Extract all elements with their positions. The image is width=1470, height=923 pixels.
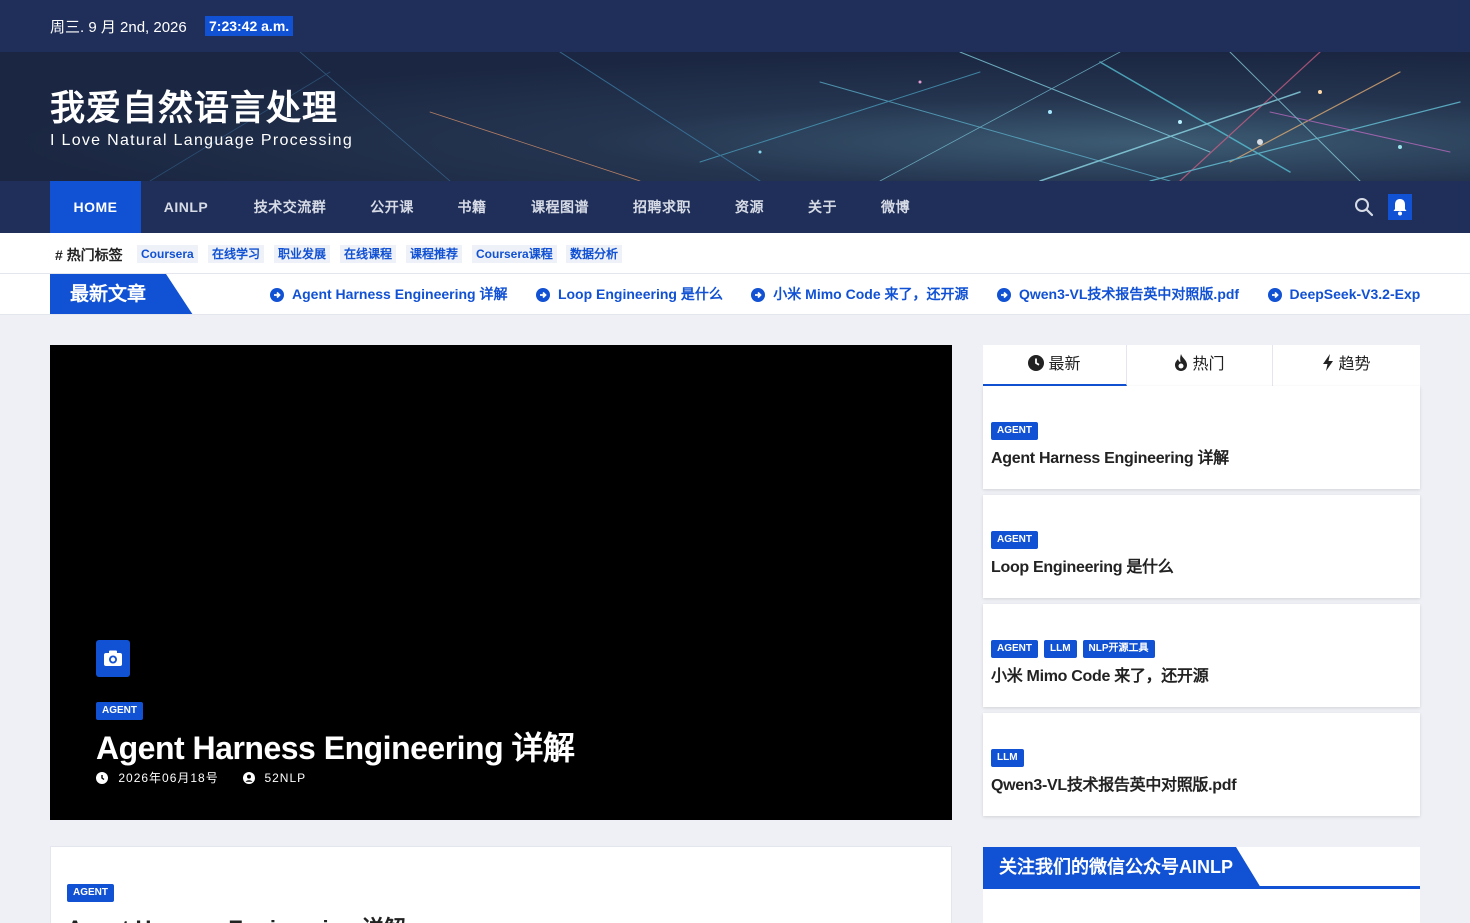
post-meta: 2026年06月18号 52NLP bbox=[96, 769, 306, 786]
tag-online-learning[interactable]: 在线学习 bbox=[208, 245, 265, 263]
hash-icon: # bbox=[55, 247, 67, 263]
arrow-circle-right-icon bbox=[996, 288, 1011, 302]
nav-item-tech-group[interactable]: 技术交流群 bbox=[231, 181, 349, 233]
notification-button[interactable] bbox=[1388, 194, 1412, 220]
user-icon bbox=[243, 771, 256, 784]
tab-popular[interactable]: 热门 bbox=[1127, 345, 1273, 386]
category-badge[interactable]: AGENT bbox=[991, 422, 1038, 440]
tab-trending[interactable]: 趋势 bbox=[1273, 345, 1420, 386]
sidebar-post-card[interactable]: AGENT Agent Harness Engineering 详解 bbox=[983, 386, 1420, 489]
latest-articles-ticker: 最新文章 Agent Harness Engineering 详解 Loop E… bbox=[0, 274, 1470, 315]
sidebar-post-title[interactable]: Agent Harness Engineering 详解 bbox=[991, 444, 1229, 468]
tag-coursera[interactable]: Coursera bbox=[137, 245, 198, 263]
site-subtitle: I Love Natural Language Processing bbox=[50, 132, 354, 149]
sidebar-post-card[interactable]: AGENT Loop Engineering 是什么 bbox=[983, 495, 1420, 598]
nav-item-open-course[interactable]: 公开课 bbox=[349, 181, 435, 233]
fire-icon bbox=[1175, 354, 1188, 371]
sidebar-post-card[interactable]: LLM Qwen3-VL技术报告英中对照版.pdf bbox=[983, 713, 1420, 816]
tag-data-analysis[interactable]: 数据分析 bbox=[566, 245, 623, 263]
tab-latest[interactable]: 最新 bbox=[983, 345, 1127, 386]
nav-item-about[interactable]: 关于 bbox=[786, 181, 859, 233]
arrow-circle-right-icon bbox=[1267, 288, 1282, 302]
ticker-item[interactable]: Loop Engineering 是什么 bbox=[535, 274, 723, 314]
sidebar-post-title[interactable]: Loop Engineering 是什么 bbox=[991, 553, 1174, 577]
search-icon[interactable] bbox=[1354, 197, 1374, 217]
sidebar-post-title[interactable]: Qwen3-VL技术报告英中对照版.pdf bbox=[991, 771, 1237, 795]
featured-post-title[interactable]: Agent Harness Engineering 详解 bbox=[96, 723, 575, 769]
ticker-item[interactable]: Agent Harness Engineering 详解 bbox=[270, 274, 507, 314]
main-navigation: HOME AINLP 技术交流群 公开课 书籍 课程图谱 招聘求职 资源 关于 … bbox=[0, 181, 1470, 233]
ticker-item[interactable]: 小米 Mimo Code 来了，还开源 bbox=[751, 274, 969, 314]
arrow-circle-right-icon bbox=[270, 288, 284, 302]
bell-icon bbox=[1393, 199, 1407, 216]
sidebar-post-card[interactable]: AGENT LLM NLP开源工具 小米 Mimo Code 来了，还开源 bbox=[983, 604, 1420, 707]
nav-item-weibo[interactable]: 微博 bbox=[859, 181, 932, 233]
current-time: 7:23:42 a.m. bbox=[205, 16, 294, 36]
category-badge[interactable]: AGENT bbox=[991, 531, 1038, 549]
top-bar: 周三. 9 月 2nd, 2026 7:23:42 a.m. bbox=[0, 0, 1470, 52]
site-title[interactable]: 我爱自然语言处理 bbox=[50, 80, 338, 131]
sidebar-post-title[interactable]: 小米 Mimo Code 来了，还开源 bbox=[991, 662, 1209, 686]
category-badge[interactable]: LLM bbox=[1044, 640, 1077, 658]
nav-item-jobs[interactable]: 招聘求职 bbox=[611, 181, 713, 233]
featured-post[interactable]: AGENT Agent Harness Engineering 详解 2026年… bbox=[50, 345, 952, 820]
nav-item-ainlp[interactable]: AINLP bbox=[141, 181, 231, 233]
nav-item-home[interactable]: HOME bbox=[50, 181, 141, 233]
category-badge[interactable]: AGENT bbox=[67, 884, 114, 902]
post-card: AGENT Agent Harness Engineering 详解 bbox=[50, 846, 952, 923]
tag-coursera-course[interactable]: Coursera课程 bbox=[472, 245, 557, 263]
category-badge[interactable]: LLM bbox=[991, 749, 1024, 767]
arrow-circle-right-icon bbox=[751, 288, 766, 302]
tag-online-course[interactable]: 在线课程 bbox=[340, 245, 397, 263]
post-date[interactable]: 2026年06月18号 bbox=[118, 769, 218, 786]
nav-item-course-map[interactable]: 课程图谱 bbox=[509, 181, 611, 233]
category-badge[interactable]: AGENT bbox=[96, 702, 143, 720]
tag-course-recommend[interactable]: 课程推荐 bbox=[406, 245, 463, 263]
hot-tags-bar: # 热门标签 Coursera 在线学习 职业发展 在线课程 课程推荐 Cour… bbox=[0, 233, 1470, 274]
current-date: 周三. 9 月 2nd, 2026 bbox=[50, 19, 187, 36]
ticker-label: 最新文章 bbox=[50, 274, 193, 314]
tag-career[interactable]: 职业发展 bbox=[274, 245, 331, 263]
wechat-widget: 关注我们的微信公众号AINLP bbox=[983, 847, 1420, 923]
header-banner: 我爱自然语言处理 I Love Natural Language Process… bbox=[0, 52, 1470, 181]
arrow-circle-right-icon bbox=[535, 288, 550, 302]
post-title[interactable]: Agent Harness Engineering 详解 bbox=[67, 911, 406, 923]
wechat-widget-title: 关注我们的微信公众号AINLP bbox=[983, 847, 1261, 888]
nav-item-books[interactable]: 书籍 bbox=[435, 181, 509, 233]
hot-tags-label: # 热门标签 bbox=[55, 247, 123, 263]
ticker-item[interactable]: DeepSeek-V3.2-Exp：用 bbox=[1267, 274, 1420, 314]
sidebar-tabs: 最新 热门 趋势 bbox=[983, 345, 1420, 386]
clock-icon bbox=[1028, 355, 1045, 371]
lightning-icon bbox=[1323, 354, 1334, 371]
clock-icon bbox=[96, 771, 108, 784]
camera-icon bbox=[96, 640, 130, 677]
category-badge[interactable]: NLP开源工具 bbox=[1082, 640, 1155, 658]
ticker-track: Agent Harness Engineering 详解 Loop Engine… bbox=[270, 274, 1420, 314]
ticker-item[interactable]: Qwen3-VL技术报告英中对照版.pdf bbox=[996, 274, 1239, 314]
category-badge[interactable]: AGENT bbox=[991, 640, 1038, 658]
nav-item-resources[interactable]: 资源 bbox=[713, 181, 786, 233]
post-author[interactable]: 52NLP bbox=[264, 771, 306, 785]
